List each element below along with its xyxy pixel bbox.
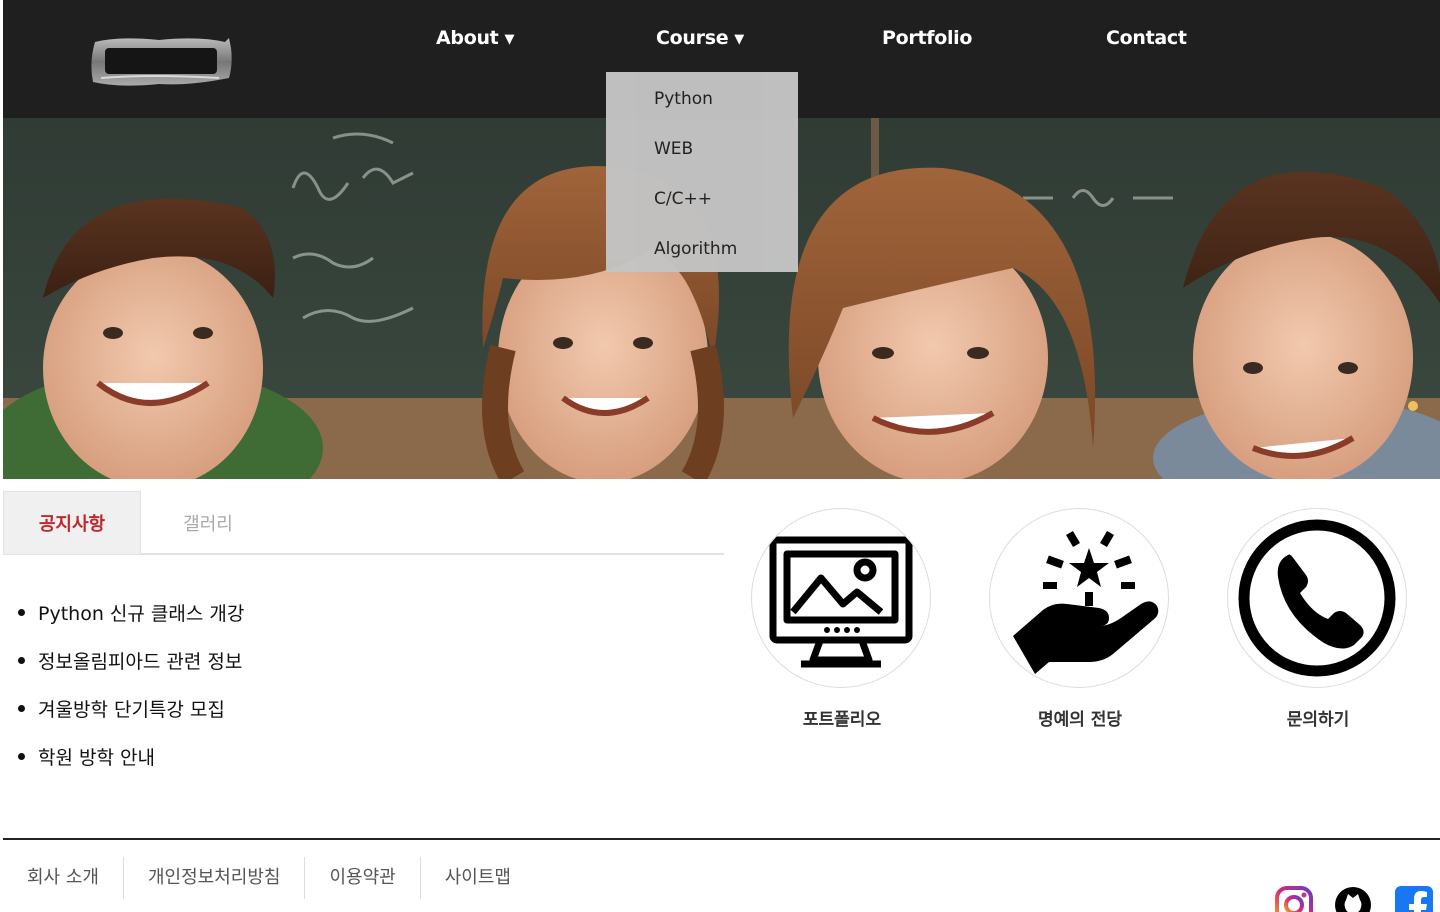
quick-link-label: 문의하기 [1286,710,1350,730]
caret-down-icon: ▼ [504,32,515,47]
caret-down-icon: ▼ [734,32,744,47]
notice-item[interactable]: 정보올림피아드 관련 정보 [18,636,244,684]
footer-links: 회사 소개 개인정보처리방침 이용약관 사이트맵 [3,856,535,900]
site-logo[interactable] [89,34,233,88]
quick-link-hall-of-fame[interactable]: 명예의 전당 [989,508,1171,730]
phone-icon[interactable] [1227,508,1407,688]
nav-portfolio-label: Portfolio [882,27,973,49]
nav-about-label: About [436,27,499,49]
notice-item[interactable]: 학원 방학 안내 [18,732,244,780]
footer-divider [3,838,1440,840]
tab-gallery[interactable]: 갤러리 [141,491,275,554]
notice-item[interactable]: 겨울방학 단기특강 모집 [18,684,244,732]
nav-contact-label: Contact [1106,27,1187,49]
dropdown-item-web[interactable]: WEB [654,139,693,159]
nav-course[interactable]: Course ▼ [656,24,744,52]
notice-list: Python 신규 클래스 개강 정보올림피아드 관련 정보 겨울방학 단기특강… [18,588,244,780]
nav-portfolio[interactable]: Portfolio [882,24,972,52]
quick-link-label: 명예의 전당 [1037,710,1123,730]
footer-link-terms[interactable]: 이용약관 [305,857,421,899]
footer-link-company[interactable]: 회사 소개 [3,857,124,899]
footer-link-sitemap[interactable]: 사이트맵 [421,857,535,899]
nav-about[interactable]: About ▼ [436,24,514,52]
dropdown-item-cpp[interactable]: C/C++ [654,189,712,209]
dropdown-item-python[interactable]: Python [654,89,713,109]
quick-link-label: 포트폴리오 [802,710,882,730]
dropdown-item-algorithm[interactable]: Algorithm [654,239,737,259]
nav-course-label: Course [656,27,729,49]
hand-star-icon[interactable] [989,508,1169,688]
monitor-gallery-icon[interactable] [751,508,931,688]
quick-link-portfolio[interactable]: 포트폴리오 [751,508,933,730]
nav-contact[interactable]: Contact [1106,24,1187,52]
footer-link-privacy[interactable]: 개인정보처리방침 [124,857,306,899]
notice-item[interactable]: Python 신규 클래스 개강 [18,588,244,636]
board-tabs: 공지사항 갤러리 [3,491,724,555]
course-dropdown-menu: Python WEB C/C++ Algorithm [606,72,798,272]
instagram-icon[interactable] [1275,886,1313,912]
github-icon[interactable] [1334,886,1372,912]
quick-link-inquiry[interactable]: 문의하기 [1227,508,1409,730]
facebook-icon[interactable] [1395,886,1433,912]
tab-notice[interactable]: 공지사항 [3,491,141,554]
